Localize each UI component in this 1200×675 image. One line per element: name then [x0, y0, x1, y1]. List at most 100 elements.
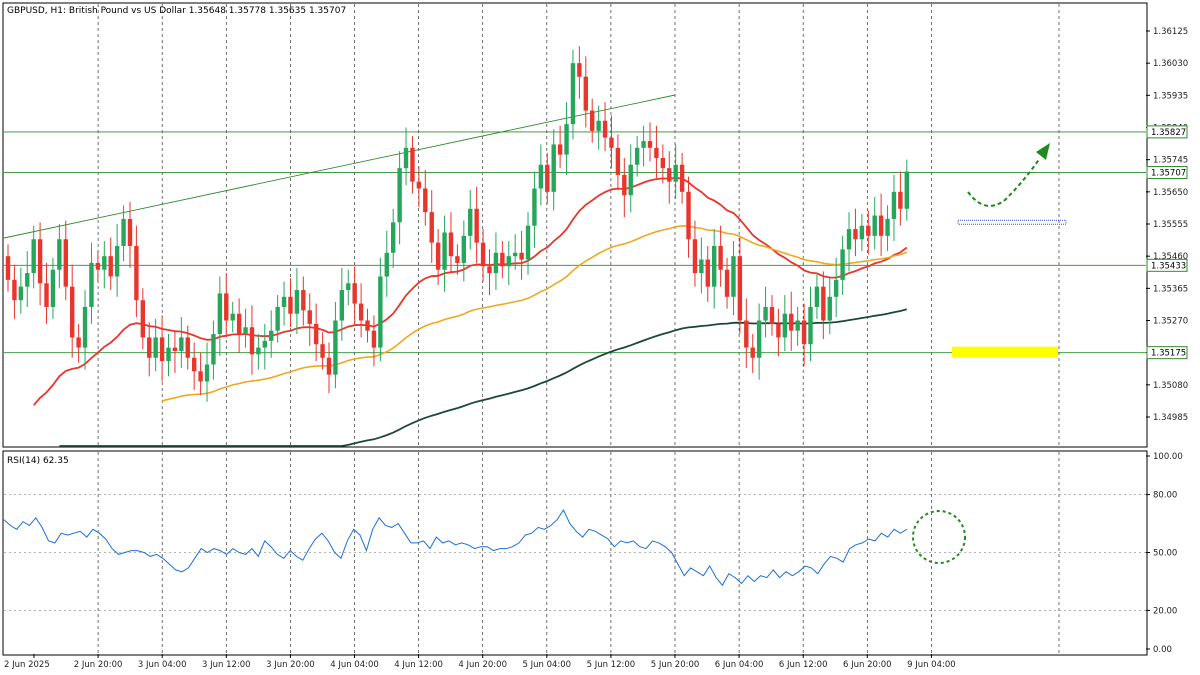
candle-body — [667, 168, 672, 182]
candle-body — [153, 337, 158, 358]
price-tick-label: 1.35555 — [1153, 220, 1188, 230]
candle-body — [814, 286, 820, 307]
candle-body — [384, 252, 389, 277]
candle-body — [590, 110, 595, 131]
candle-body — [346, 283, 351, 291]
candle-body — [57, 239, 62, 270]
level-tag-label: 1.35175 — [1151, 349, 1186, 359]
candle-body — [679, 164, 685, 192]
candle-body — [365, 320, 370, 331]
candle-body — [480, 242, 486, 267]
candle-body — [583, 76, 588, 111]
time-tick-label: 6 Jun 12:00 — [779, 660, 828, 670]
time-tick-label: 5 Jun 12:00 — [587, 660, 636, 670]
candle-body — [532, 188, 537, 226]
candle-body — [281, 296, 287, 307]
candle-body — [744, 320, 749, 348]
candle-body — [512, 252, 518, 257]
candle-body — [204, 364, 210, 382]
candle-body — [525, 225, 531, 260]
candle-body — [756, 320, 762, 358]
price-axis[interactable]: 1.361251.360301.359351.358401.357451.356… — [1146, 27, 1188, 423]
candle-body — [147, 337, 152, 358]
candle-body — [320, 344, 325, 358]
price-tick-label: 1.35935 — [1153, 91, 1188, 101]
candle-body — [140, 300, 146, 338]
time-tick-label: 5 Jun 20:00 — [651, 660, 700, 670]
candle-body — [275, 306, 280, 331]
candle-body — [371, 330, 377, 348]
candle-body — [763, 306, 768, 321]
candle-body — [294, 290, 300, 314]
candle-body — [211, 334, 216, 365]
candle-body — [102, 256, 107, 270]
candle-body — [159, 337, 165, 362]
candle-body — [782, 313, 788, 338]
price-tick-label: 1.34985 — [1153, 413, 1188, 423]
time-tick-label: 3 Jun 12:00 — [202, 660, 251, 670]
time-tick-label: 3 Jun 04:00 — [138, 660, 187, 670]
candle-body — [307, 310, 312, 324]
candle-body — [127, 218, 133, 247]
candle-body — [76, 337, 81, 348]
candle-body — [108, 256, 113, 277]
level-tag-label: 1.35433 — [1151, 261, 1186, 271]
rsi-tick-label: 0.00 — [1153, 645, 1172, 655]
candle-body — [545, 164, 550, 192]
candle-body — [114, 246, 120, 277]
candle-body — [904, 171, 909, 209]
candle-body — [339, 290, 345, 321]
time-tick-label: 4 Jun 12:00 — [394, 660, 443, 670]
candle-body — [821, 286, 826, 321]
rsi-tick-label: 100.00 — [1153, 452, 1183, 462]
time-tick-label: 9 Jun 04:00 — [907, 660, 956, 670]
rsi-axis: 100.00 80.00 50.00 20.00 0.00 — [1146, 452, 1183, 655]
candle-body — [769, 306, 775, 324]
candle-body — [12, 279, 17, 301]
time-axis: 2 Jun 2025 2 Jun 20:00 3 Jun 04:00 3 Jun 12… — [4, 654, 956, 670]
price-tick-label: 1.35745 — [1153, 156, 1188, 166]
candle-body — [185, 337, 190, 358]
candle-body — [224, 293, 229, 321]
candle-body — [538, 164, 544, 189]
candle-body — [795, 320, 800, 331]
candle-body — [872, 215, 877, 236]
candle-body — [859, 225, 865, 240]
price-tick-label: 1.35270 — [1153, 317, 1188, 327]
candle-body — [827, 296, 832, 321]
candle-body — [686, 191, 691, 240]
candle-body — [31, 239, 36, 274]
candle-body — [622, 174, 627, 196]
candle-body — [18, 286, 24, 301]
candle-body — [288, 296, 293, 314]
candle-body — [455, 256, 460, 263]
candle-body — [692, 239, 698, 274]
yellow-zone-box — [952, 346, 1058, 358]
candle-body — [564, 124, 569, 155]
candle-body — [878, 215, 884, 236]
candle-body — [352, 283, 357, 304]
candle-body — [705, 259, 710, 287]
candle-body — [89, 262, 94, 307]
candle-body — [808, 306, 813, 345]
candle-body — [474, 208, 479, 243]
rsi-panel[interactable] — [2, 450, 1148, 656]
candle-body — [313, 323, 319, 345]
candle-body — [673, 164, 678, 182]
candle-body — [236, 313, 242, 335]
candle-body — [570, 63, 576, 125]
candle-body — [866, 225, 871, 236]
candle-body — [217, 293, 223, 335]
candle-body — [609, 137, 614, 148]
rsi-title: RSI(14) 62.35 — [7, 456, 69, 466]
time-tick-label: 4 Jun 04:00 — [330, 660, 379, 670]
candle-body — [410, 147, 415, 182]
candle-body — [243, 327, 248, 335]
candle-body — [737, 256, 743, 321]
candle-body — [358, 303, 364, 321]
candle-body — [506, 256, 511, 267]
candle-body — [724, 269, 730, 297]
candle-body — [333, 320, 338, 375]
candle-body — [557, 144, 563, 155]
candle-body — [487, 266, 492, 274]
